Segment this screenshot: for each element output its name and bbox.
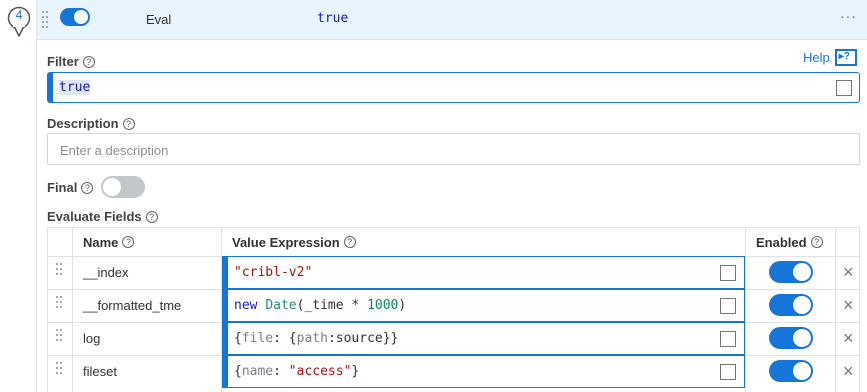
row-drag-handle-icon[interactable] [56, 329, 64, 347]
remove-row-icon[interactable]: × [843, 263, 857, 281]
filter-input[interactable]: true [47, 72, 860, 103]
value-expression-input[interactable]: {file: {path:source}} [222, 322, 745, 355]
column-header-value: Value Expression? [232, 228, 356, 256]
field-name[interactable]: __index [83, 265, 129, 280]
value-expression: {name: "access"} [234, 364, 360, 379]
final-label: Final? [47, 180, 94, 195]
remove-row-icon[interactable]: × [843, 362, 857, 380]
function-name: Eval [146, 12, 172, 27]
filter-label: Filter? [47, 54, 95, 69]
help-circle-icon[interactable]: ? [82, 55, 95, 68]
help-label[interactable]: Help [803, 50, 830, 65]
value-expression-input[interactable]: "cribl-v2" [222, 256, 745, 289]
evaluate-fields-table: Name? Value Expression? Enabled? __index… [47, 227, 861, 392]
help-panel-icon[interactable]: ▸? [834, 49, 857, 66]
value-expression-input[interactable]: new Date(_time * 1000) [222, 289, 745, 322]
description-label: Description? [47, 116, 135, 131]
evaluate-fields-label: Evaluate Fields? [47, 209, 158, 224]
field-name[interactable]: log [83, 331, 100, 346]
row-enabled-toggle[interactable] [769, 327, 813, 349]
row-enabled-toggle[interactable] [769, 294, 813, 316]
filter-value: true [59, 80, 91, 95]
field-name[interactable]: __formatted_tme [83, 298, 181, 313]
help-circle-icon[interactable]: ? [122, 236, 135, 248]
expand-editor-icon[interactable] [720, 331, 736, 347]
help-circle-icon[interactable]: ? [145, 210, 158, 223]
field-name[interactable]: fileset [83, 364, 117, 379]
row-enabled-toggle[interactable] [769, 261, 813, 283]
expand-editor-icon[interactable] [720, 298, 736, 314]
left-rail: 4 [0, 0, 37, 392]
value-expression: {file: {path:source}} [234, 331, 399, 346]
expand-editor-icon[interactable] [720, 265, 736, 281]
remove-row-icon[interactable]: × [843, 296, 857, 314]
remove-row-icon[interactable]: × [843, 329, 857, 347]
value-expression: new Date(_time * 1000) [234, 298, 407, 313]
function-filter-preview: true [317, 11, 349, 26]
row-drag-handle-icon[interactable] [56, 263, 64, 281]
row-drag-handle-icon[interactable] [56, 296, 64, 314]
description-placeholder: Enter a description [60, 143, 169, 158]
drag-handle-icon[interactable] [42, 11, 50, 29]
help-circle-icon[interactable]: ? [81, 181, 94, 194]
more-options-icon[interactable]: ··· [840, 8, 857, 24]
function-header[interactable]: Eval true ··· [37, 0, 867, 40]
help-circle-icon[interactable]: ? [122, 117, 135, 130]
step-number: 4 [15, 8, 23, 22]
description-input[interactable]: Enter a description [47, 133, 860, 165]
column-header-enabled: Enabled? [756, 228, 823, 256]
row-drag-handle-icon[interactable] [56, 362, 64, 380]
value-expression-input[interactable]: {name: "access"} [222, 355, 745, 388]
row-enabled-toggle[interactable] [769, 360, 813, 382]
expand-editor-icon[interactable] [836, 80, 852, 96]
final-toggle[interactable] [101, 176, 145, 198]
expand-editor-icon[interactable] [720, 364, 736, 380]
column-header-name: Name? [83, 228, 135, 256]
help-link[interactable]: Help ▸? [803, 49, 857, 66]
help-circle-icon[interactable]: ? [810, 236, 823, 248]
help-circle-icon[interactable]: ? [343, 236, 356, 248]
function-enabled-toggle[interactable] [60, 8, 90, 26]
value-expression: "cribl-v2" [234, 265, 313, 280]
